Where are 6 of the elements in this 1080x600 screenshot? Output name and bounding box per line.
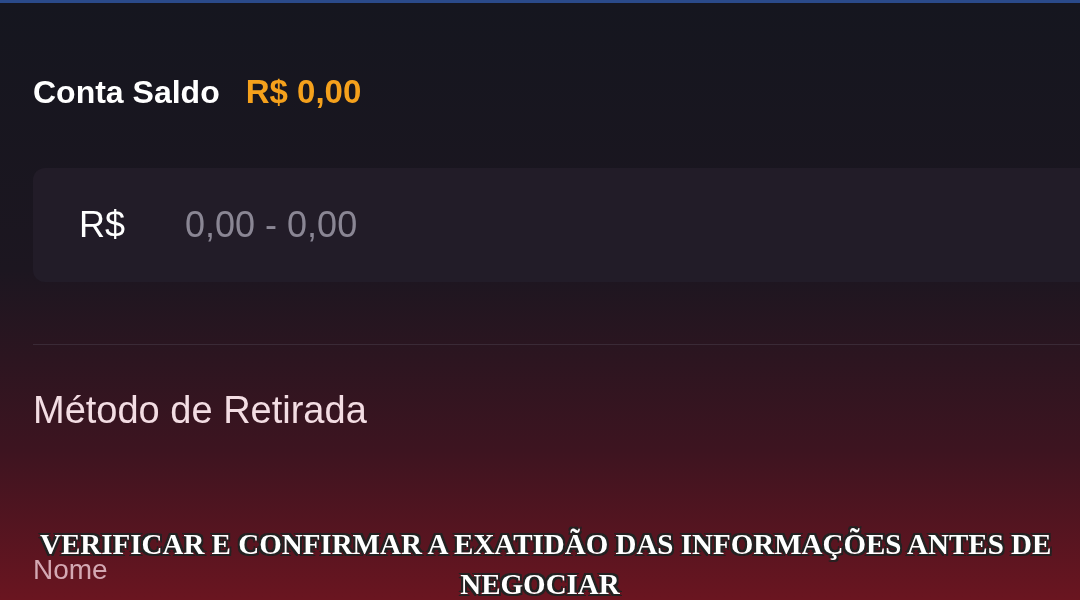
balance-value: R$ 0,00 (245, 73, 362, 111)
caption-line: NEGOCIAR (460, 567, 620, 600)
balance-label: Conta Saldo (33, 74, 220, 111)
amount-input-field[interactable]: 0,00 - 0,00 (185, 204, 686, 246)
withdrawal-method-title: Método de Retirada (33, 389, 368, 432)
currency-label: R$ (79, 204, 126, 246)
